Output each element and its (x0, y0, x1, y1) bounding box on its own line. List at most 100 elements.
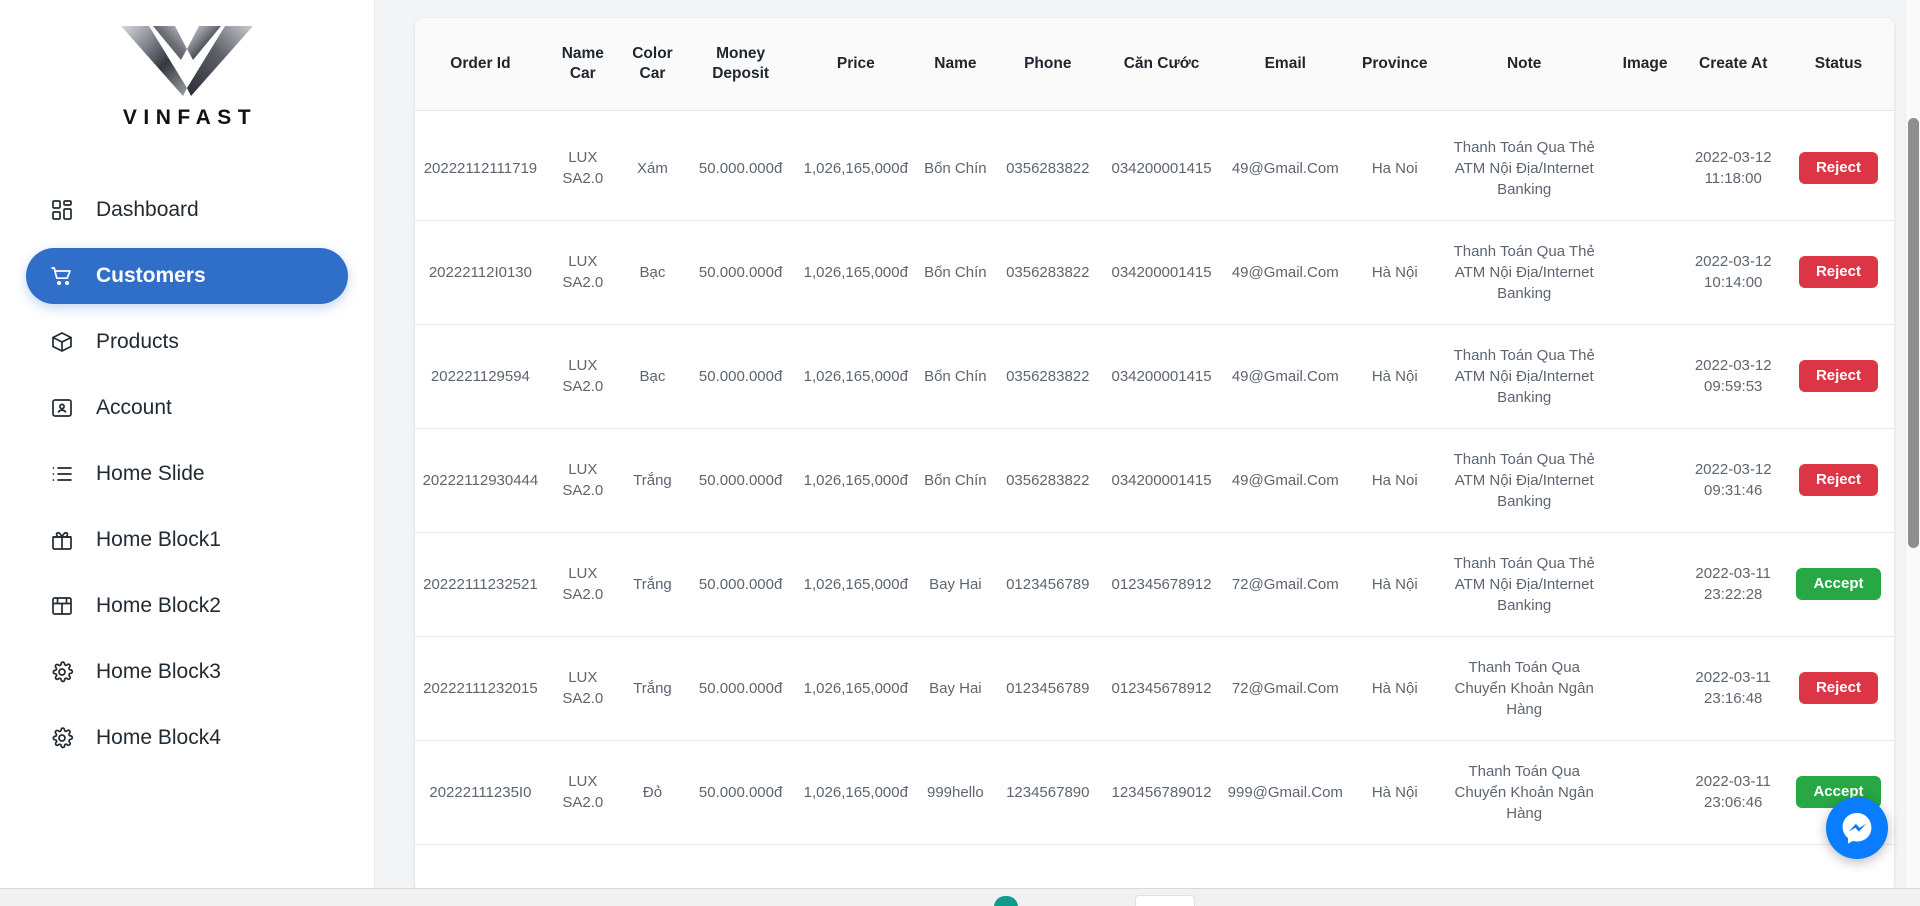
cell-order-id: 20222112930444 (415, 428, 546, 533)
cell-color-car: Xám (619, 110, 686, 221)
os-taskbar (0, 888, 1920, 906)
table-row[interactable]: 20222111235I0 LUX SA2.0 Đỏ 50.000.000đ 1,026… (415, 740, 1894, 845)
column-header-price[interactable]: Price (796, 18, 916, 111)
orders-table: Order Id Name Car Color Car Money Deposi… (415, 18, 1894, 845)
cell-price: 1,026,165,000đ (796, 532, 916, 637)
cell-order-id: 202221129594 (415, 324, 546, 429)
sidebar-item-customers[interactable]: Customers (26, 248, 348, 304)
reject-button[interactable]: Reject (1798, 463, 1878, 497)
cell-money-deposit: 50.000.000đ (685, 110, 797, 221)
cell-money-deposit: 50.000.000đ (685, 740, 797, 845)
cell-email: 49@Gmail.Com (1222, 220, 1348, 325)
cell-note: Thanh Toán Qua Chuyển Khoản Ngân Hàng (1441, 740, 1607, 845)
cell-image (1606, 740, 1684, 845)
cell-note: Thanh Toán Qua Thẻ ATM Nội Địa/Internet … (1441, 324, 1607, 429)
table-row[interactable]: 20222111232521 LUX SA2.0 Trắng 50.000.000đ 1… (415, 532, 1894, 637)
box-icon (50, 330, 74, 354)
table-body: 20222112111719 LUX SA2.0 Xám 50.000.000đ 1,0… (415, 110, 1894, 845)
column-header-color-car[interactable]: Color Car (619, 18, 686, 111)
cart-icon (50, 264, 74, 288)
cell-note: Thanh Toán Qua Thẻ ATM Nội Địa/Internet … (1441, 110, 1607, 221)
page-scrollbar-thumb[interactable] (1908, 118, 1919, 548)
column-header-province[interactable]: Province (1347, 18, 1442, 111)
brand-logo-block: VINFAST (0, 22, 374, 130)
reject-button[interactable]: Reject (1798, 151, 1878, 185)
cell-can-cuoc: 034200001415 (1100, 220, 1223, 325)
gear-icon (50, 660, 74, 684)
column-header-image[interactable]: Image (1606, 18, 1684, 111)
cell-order-id: 20222112111719 (415, 110, 546, 221)
sidebar-item-products[interactable]: Products (26, 314, 348, 370)
cell-phone: 0123456789 (995, 636, 1101, 741)
column-header-status[interactable]: Status (1782, 18, 1894, 111)
cell-money-deposit: 50.000.000đ (685, 636, 797, 741)
sidebar-item-dashboard[interactable]: Dashboard (26, 182, 348, 238)
taskbar-window-chip[interactable] (1135, 895, 1195, 906)
cell-status: Reject (1782, 636, 1894, 741)
reject-button[interactable]: Reject (1798, 671, 1878, 705)
column-header-note[interactable]: Note (1441, 18, 1607, 111)
cell-status: Accept (1782, 532, 1894, 637)
cell-money-deposit: 50.000.000đ (685, 324, 797, 429)
cell-price: 1,026,165,000đ (796, 324, 916, 429)
cell-status: Reject (1782, 324, 1894, 429)
cell-money-deposit: 50.000.000đ (685, 220, 797, 325)
cell-can-cuoc: 012345678912 (1100, 532, 1223, 637)
sidebar-item-home-block1[interactable]: Home Block1 (26, 512, 348, 568)
page-scrollbar-track[interactable] (1905, 0, 1920, 906)
accept-button[interactable]: Accept (1796, 567, 1881, 601)
cell-money-deposit: 50.000.000đ (685, 428, 797, 533)
sidebar-item-label: Home Block4 (96, 726, 221, 749)
column-header-order-id[interactable]: Order Id (415, 18, 546, 111)
column-header-money-deposit[interactable]: Money Deposit (685, 18, 797, 111)
taskbar-app-indicator[interactable] (994, 896, 1018, 906)
cell-can-cuoc: 034200001415 (1100, 428, 1223, 533)
cell-email: 49@Gmail.Com (1222, 324, 1348, 429)
messenger-chat-button[interactable] (1826, 797, 1888, 859)
column-header-name-car[interactable]: Name Car (545, 18, 620, 111)
reject-button[interactable]: Reject (1798, 359, 1878, 393)
table-row[interactable]: 20222112I0130 LUX SA2.0 Bạc 50.000.000đ 1,02… (415, 220, 1894, 325)
column-header-can-cuoc[interactable]: Căn Cước (1100, 18, 1223, 111)
cell-phone: 0356283822 (995, 110, 1101, 221)
cell-create-at: 2022-03-11 23:22:28 (1683, 532, 1783, 637)
cell-name: Bốn Chín (915, 324, 996, 429)
cell-order-id: 20222111232521 (415, 532, 546, 637)
column-header-create-at[interactable]: Create At (1683, 18, 1783, 111)
cell-province: Ha Noi (1347, 428, 1442, 533)
column-header-email[interactable]: Email (1222, 18, 1348, 111)
cell-name-car: LUX SA2.0 (545, 110, 620, 221)
cell-province: Hà Nội (1347, 740, 1442, 845)
cell-email: 49@Gmail.Com (1222, 428, 1348, 533)
table-row[interactable]: 20222111232015 LUX SA2.0 Trắng 50.000.000đ 1… (415, 636, 1894, 741)
cell-price: 1,026,165,000đ (796, 110, 916, 221)
cell-create-at: 2022-03-11 23:06:46 (1683, 740, 1783, 845)
table-row[interactable]: 20222112111719 LUX SA2.0 Xám 50.000.000đ 1,0… (415, 110, 1894, 221)
cell-name-car: LUX SA2.0 (545, 636, 620, 741)
sidebar-item-home-block2[interactable]: Home Block2 (26, 578, 348, 634)
id-card-icon (50, 396, 74, 420)
sidebar-item-home-block3[interactable]: Home Block3 (26, 644, 348, 700)
cell-note: Thanh Toán Qua Chuyển Khoản Ngân Hàng (1441, 636, 1607, 741)
cell-email: 72@Gmail.Com (1222, 532, 1348, 637)
cell-image (1606, 532, 1684, 637)
sidebar-item-home-slide[interactable]: Home Slide (26, 446, 348, 502)
table-row[interactable]: 20222112930444 LUX SA2.0 Trắng 50.000.000đ 1… (415, 428, 1894, 533)
column-header-name[interactable]: Name (915, 18, 996, 111)
table-header-row: Order Id Name Car Color Car Money Deposi… (415, 18, 1894, 111)
cell-name: 999hello (915, 740, 996, 845)
cell-image (1606, 110, 1684, 221)
cell-color-car: Trắng (619, 636, 686, 741)
sidebar-item-home-block4[interactable]: Home Block4 (26, 710, 348, 766)
sidebar-item-account[interactable]: Account (26, 380, 348, 436)
cell-create-at: 2022-03-11 23:16:48 (1683, 636, 1783, 741)
reject-button[interactable]: Reject (1798, 255, 1878, 289)
sidebar-item-label: Home Block1 (96, 528, 221, 551)
table-row[interactable]: 202221129594 LUX SA2.0 Bạc 50.000.000đ 1,026… (415, 324, 1894, 429)
cell-province: Hà Nội (1347, 220, 1442, 325)
column-header-phone[interactable]: Phone (995, 18, 1101, 111)
cell-image (1606, 428, 1684, 533)
cell-create-at: 2022-03-12 09:59:53 (1683, 324, 1783, 429)
brand-wordmark: VINFAST (122, 106, 258, 129)
cell-province: Hà Nội (1347, 636, 1442, 741)
